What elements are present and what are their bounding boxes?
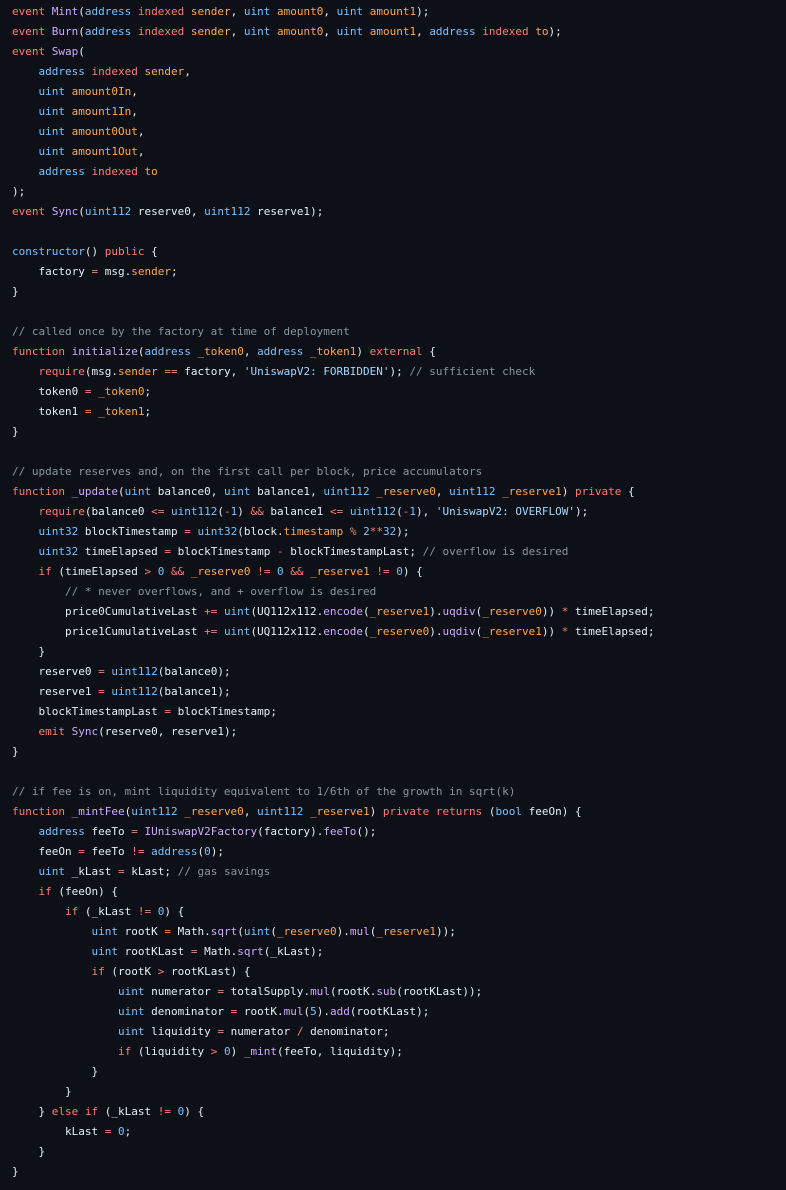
code-line: if (timeElapsed > 0 && _reserve0 != 0 &&… bbox=[38, 565, 423, 578]
code-line: } bbox=[38, 645, 46, 658]
code-line: } bbox=[12, 425, 19, 438]
code-line: } bbox=[91, 1065, 99, 1078]
code-line: uint amount0In, bbox=[38, 85, 138, 98]
code-line: uint32 blockTimestamp = uint32(block.tim… bbox=[38, 525, 410, 538]
code-line: token0 = _token0; bbox=[38, 385, 152, 398]
code-line: emit Sync(reserve0, reserve1); bbox=[38, 725, 238, 738]
code-line: if (_kLast != 0) { bbox=[64, 905, 185, 918]
code-line: // update reserves and, on the first cal… bbox=[12, 465, 483, 478]
code-line: uint numerator = totalSupply.mul(rootK.s… bbox=[117, 985, 483, 998]
code-line: kLast = 0; bbox=[64, 1125, 132, 1138]
code-line: require(msg.sender == factory, 'UniswapV… bbox=[38, 365, 536, 378]
code-line: address indexed sender, bbox=[38, 65, 191, 78]
code-line: event Swap( bbox=[12, 45, 85, 58]
code-line: function _update(uint balance0, uint bal… bbox=[12, 485, 635, 498]
code-line: } else if (_kLast != 0) { bbox=[38, 1105, 205, 1118]
code-line: event Sync(uint112 reserve0, uint112 res… bbox=[12, 205, 324, 218]
code-line: if (liquidity > 0) _mint(feeTo, liquidit… bbox=[117, 1045, 403, 1058]
code-line: blockTimestampLast = blockTimestamp; bbox=[38, 705, 277, 718]
code-line: function _mintFee(uint112 _reserve0, uin… bbox=[12, 805, 582, 818]
code-line: function initialize(address _token0, add… bbox=[12, 345, 436, 358]
code-line: require(balance0 <= uint112(-1) && balan… bbox=[38, 505, 589, 518]
code-line: if (rootK > rootKLast) { bbox=[91, 965, 251, 978]
code-line: // called once by the factory at time of… bbox=[12, 325, 350, 338]
code-line: } bbox=[64, 1085, 72, 1098]
code-line: reserve1 = uint112(balance1); bbox=[38, 685, 231, 698]
code-line: if (feeOn) { bbox=[38, 885, 119, 898]
code-line: } bbox=[12, 285, 19, 298]
code-line: // if fee is on, mint liquidity equivale… bbox=[12, 785, 516, 798]
code-line: event Mint(address indexed sender, uint … bbox=[12, 5, 430, 18]
code-line: uint denominator = rootK.mul(5).add(root… bbox=[117, 1005, 430, 1018]
code-line: uint amount1Out, bbox=[38, 145, 145, 158]
code-line: uint _kLast = kLast; // gas savings bbox=[38, 865, 271, 878]
code-line: address indexed to bbox=[38, 165, 158, 178]
code-line: ); bbox=[12, 185, 26, 198]
code-line: uint rootKLast = Math.sqrt(_kLast); bbox=[91, 945, 324, 958]
code-line: factory = msg.sender; bbox=[38, 265, 178, 278]
code-line: } bbox=[12, 1165, 19, 1178]
code-line: uint32 timeElapsed = blockTimestamp - bl… bbox=[38, 545, 569, 558]
code-line: event Burn(address indexed sender, uint … bbox=[12, 25, 562, 38]
code-line: token1 = _token1; bbox=[38, 405, 152, 418]
code-line: uint amount0Out, bbox=[38, 125, 145, 138]
code-view: event Mint(address indexed sender, uint … bbox=[12, 2, 655, 1182]
code-line: address feeTo = IUniswapV2Factory(factor… bbox=[38, 825, 377, 838]
code-line: constructor() public { bbox=[12, 245, 158, 258]
code-line: uint rootK = Math.sqrt(uint(_reserve0).m… bbox=[91, 925, 456, 938]
code-line: price0CumulativeLast += uint(UQ112x112.e… bbox=[64, 605, 655, 618]
code-line: uint amount1In, bbox=[38, 105, 138, 118]
code-line: // * never overflows, and + overflow is … bbox=[64, 585, 377, 598]
code-line: } bbox=[38, 1145, 46, 1158]
code-line: uint liquidity = numerator / denominator… bbox=[117, 1025, 390, 1038]
code-line: } bbox=[12, 745, 19, 758]
code-line: feeOn = feeTo != address(0); bbox=[38, 845, 224, 858]
code-line: price1CumulativeLast += uint(UQ112x112.e… bbox=[64, 625, 655, 638]
code-line: reserve0 = uint112(balance0); bbox=[38, 665, 231, 678]
